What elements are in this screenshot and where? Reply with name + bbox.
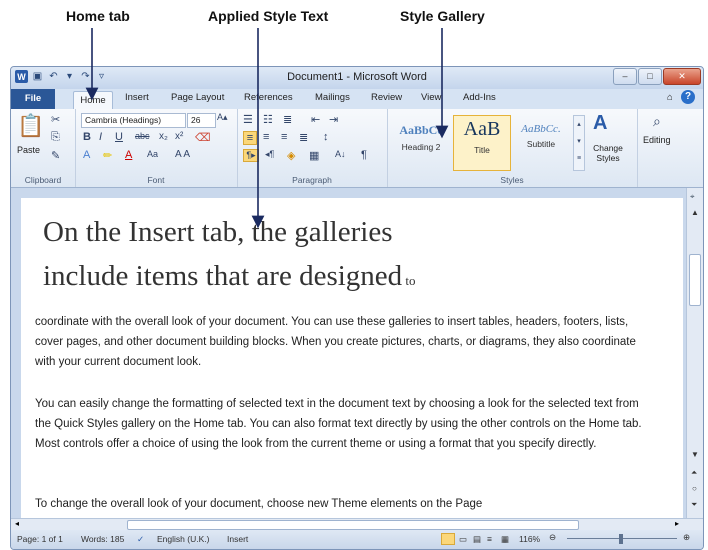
annotation-arrows xyxy=(85,28,449,229)
